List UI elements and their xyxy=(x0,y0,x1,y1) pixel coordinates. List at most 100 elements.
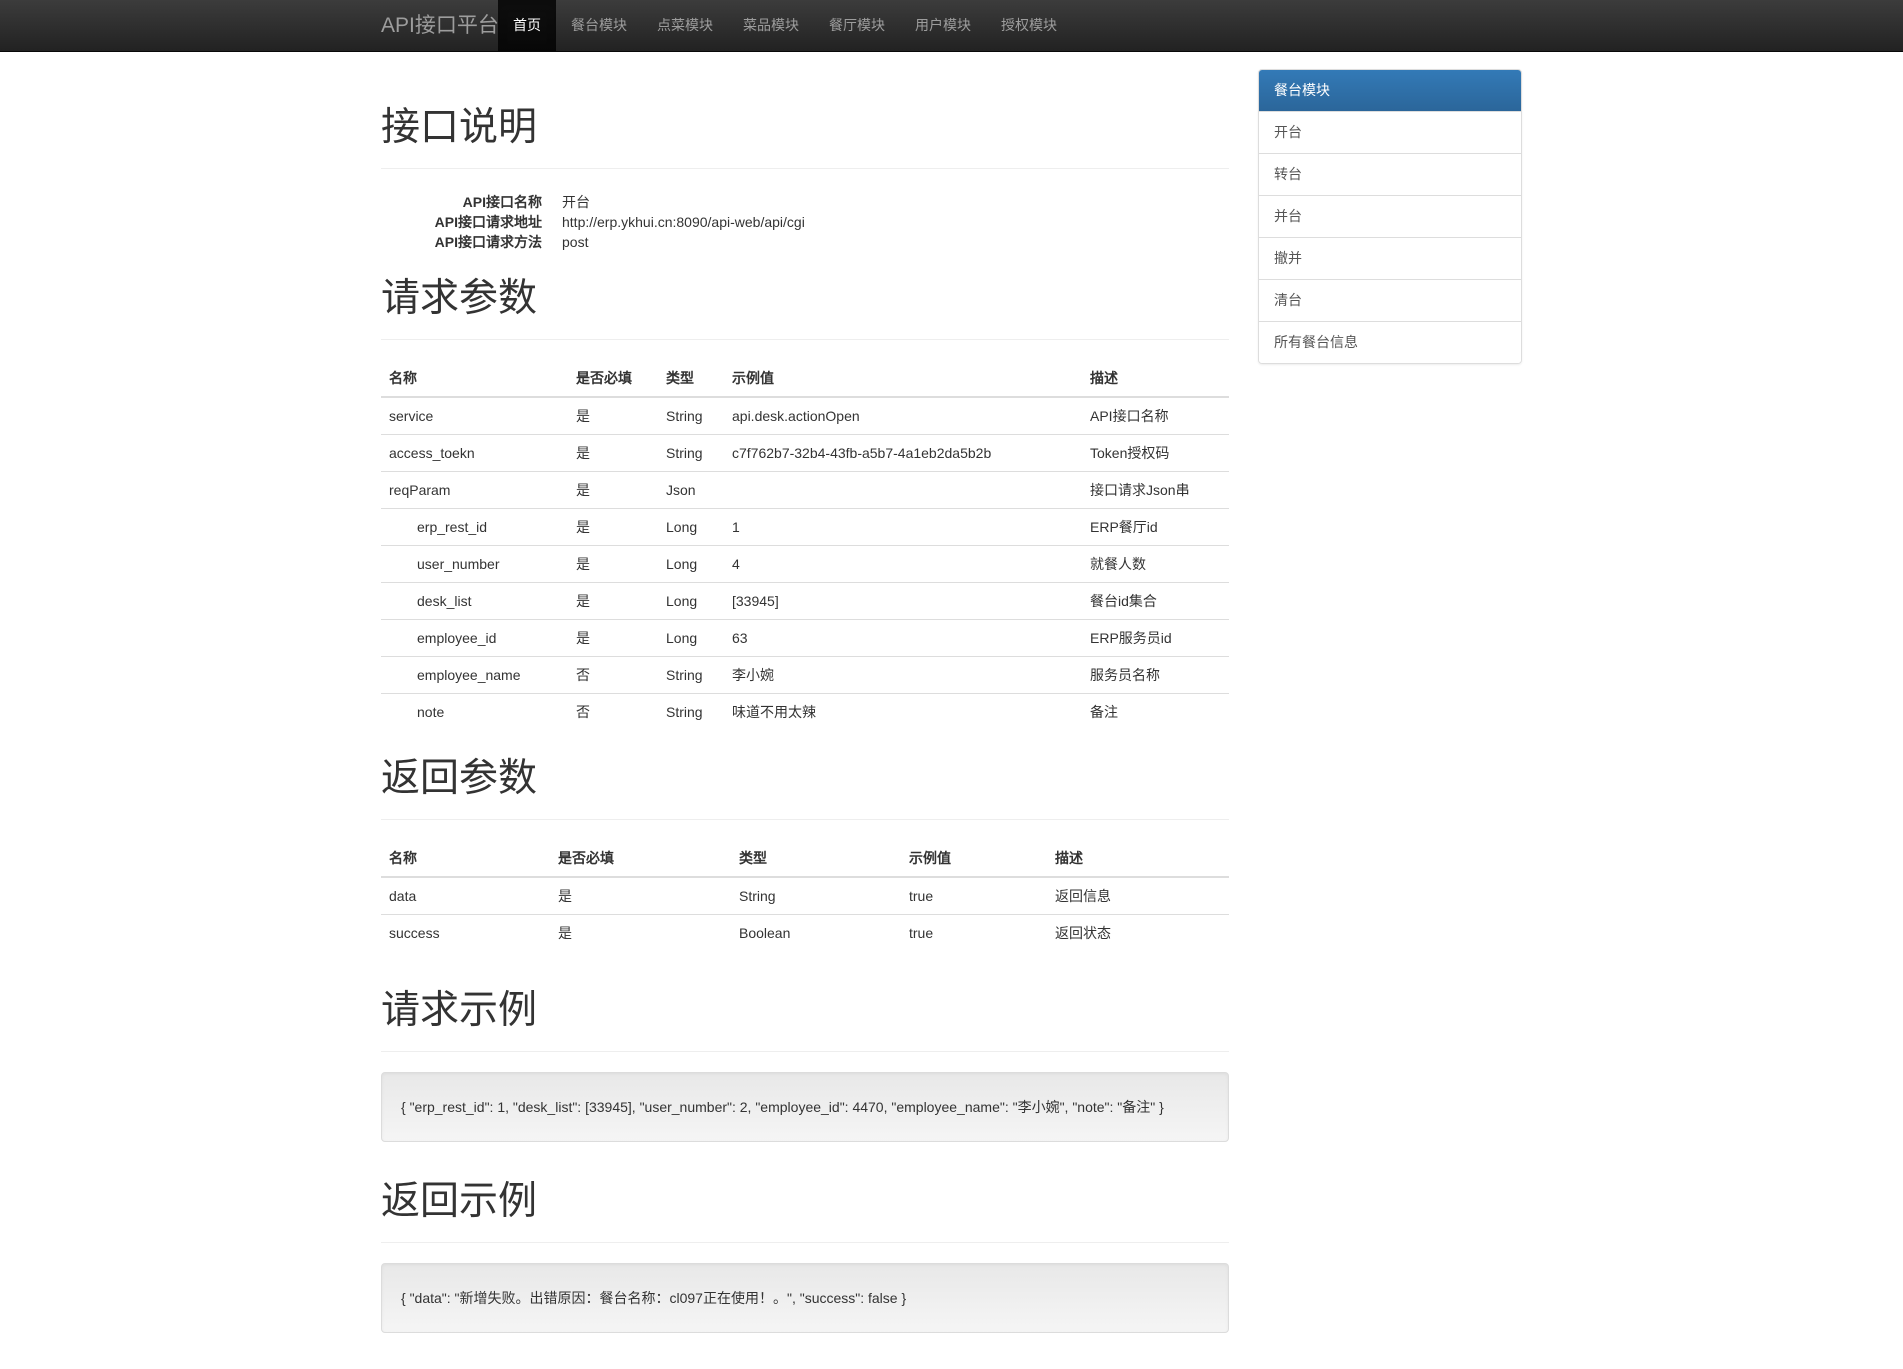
request-params-title: 请求参数 xyxy=(381,277,538,320)
param-name: erp_rest_id xyxy=(381,508,568,546)
result-required: 是 xyxy=(550,877,731,915)
request-params-table: 名称 是否必填 类型 示例值 描述 service 是 String api.d… xyxy=(381,360,1229,730)
col-required: 是否必填 xyxy=(550,840,731,878)
param-example: [33945] xyxy=(724,582,1082,620)
result-example: true xyxy=(901,877,1047,915)
param-name: user_number xyxy=(381,545,568,583)
result-desc: 返回信息 xyxy=(1047,877,1229,915)
param-type: Long xyxy=(658,619,724,657)
top-navbar: API接口平台 首页 餐台模块 点菜模块 菜品模块 餐厅模块 用户模块 授权模块 xyxy=(0,0,1903,52)
result-required: 是 xyxy=(558,925,572,941)
table-row: reqParam 是 Json 接口请求Json串 xyxy=(381,471,1229,509)
sidebar-item-merge-desk[interactable]: 并台 xyxy=(1259,195,1521,237)
api-name-key: API接口名称 xyxy=(462,194,542,210)
interface-header: 接口说明 xyxy=(381,106,1229,169)
param-required: 是 xyxy=(568,545,658,583)
param-example: 1 xyxy=(724,508,1082,546)
param-example: 李小婉 xyxy=(724,656,1082,694)
result-name: data xyxy=(381,877,550,915)
api-name-value: 开台 xyxy=(562,194,590,210)
param-required: 否 xyxy=(576,704,590,720)
api-info-row: API接口名称 开台 xyxy=(381,192,1229,212)
param-type: String xyxy=(658,434,724,472)
response-params-table: 名称 是否必填 类型 示例值 描述 data 是 String true 返回信… xyxy=(381,840,1229,951)
table-row: erp_rest_id 是 Long 1 ERP餐厅id xyxy=(381,508,1229,546)
param-required: 是 xyxy=(568,434,658,472)
sidebar-item-unmerge-desk[interactable]: 撤并 xyxy=(1259,237,1521,279)
table-row: access_toekn 是 String c7f762b7-32b4-43fb… xyxy=(381,434,1229,472)
col-desc: 描述 xyxy=(1082,360,1229,398)
request-example-code: { "erp_rest_id": 1, "desk_list": [33945]… xyxy=(381,1072,1229,1142)
param-required: 是 xyxy=(568,397,658,435)
result-desc: 返回状态 xyxy=(1055,925,1111,941)
nav-item-restaurant-module[interactable]: 餐厅模块 xyxy=(814,0,900,51)
param-desc: 就餐人数 xyxy=(1082,545,1229,583)
param-name: access_toekn xyxy=(381,434,568,472)
param-type: String xyxy=(666,704,703,720)
sidebar-item-transfer-desk[interactable]: 转台 xyxy=(1259,153,1521,195)
nav-item-order-module[interactable]: 点菜模块 xyxy=(642,0,728,51)
request-example-header: 请求示例 xyxy=(381,989,1229,1052)
api-method-key: API接口请求方法 xyxy=(434,234,542,250)
col-name: 名称 xyxy=(381,360,568,398)
sidebar-item-open-desk[interactable]: 开台 xyxy=(1259,111,1521,153)
param-desc: 餐台id集合 xyxy=(1082,582,1229,620)
param-type: String xyxy=(658,397,724,435)
response-example-code: { "data": "新增失败。出错原因：餐台名称：cl097正在使用！。", … xyxy=(381,1263,1229,1333)
param-desc: ERP服务员id xyxy=(1082,619,1229,657)
nav-item-user-module[interactable]: 用户模块 xyxy=(900,0,986,51)
result-type: String xyxy=(731,877,901,915)
param-example: c7f762b7-32b4-43fb-a5b7-4a1eb2da5b2b xyxy=(724,434,1082,472)
param-required: 否 xyxy=(568,656,658,694)
param-example xyxy=(724,471,1082,509)
request-example-title: 请求示例 xyxy=(381,989,538,1032)
response-params-header: 返回参数 xyxy=(381,757,1229,820)
sidebar-item-clear-desk[interactable]: 清台 xyxy=(1259,279,1521,321)
api-info-row: API接口请求方法 post xyxy=(381,232,1229,252)
main-content: 接口说明 API接口名称 开台 API接口请求地址 http://erp.ykh… xyxy=(381,51,1229,1333)
param-type: Long xyxy=(658,545,724,583)
api-info-row: API接口请求地址 http://erp.ykhui.cn:8090/api-w… xyxy=(381,212,1229,232)
param-required: 是 xyxy=(568,619,658,657)
param-example: 味道不用太辣 xyxy=(732,704,816,720)
sidebar-header-desk-module[interactable]: 餐台模块 xyxy=(1259,70,1521,111)
nav-item-desk-module[interactable]: 餐台模块 xyxy=(556,0,642,51)
col-example: 示例值 xyxy=(901,840,1047,878)
col-desc: 描述 xyxy=(1047,840,1229,878)
param-required: 是 xyxy=(568,471,658,509)
param-desc: API接口名称 xyxy=(1082,397,1229,435)
result-type: Boolean xyxy=(739,925,791,941)
param-name: reqParam xyxy=(381,471,568,509)
param-desc: Token授权码 xyxy=(1082,434,1229,472)
response-params-title: 返回参数 xyxy=(381,757,538,800)
table-header-row: 名称 是否必填 类型 示例值 描述 xyxy=(381,360,1229,398)
navbar-brand[interactable]: API接口平台 xyxy=(381,0,499,51)
api-url-key: API接口请求地址 xyxy=(434,214,542,230)
col-name: 名称 xyxy=(381,840,550,878)
nav-item-auth-module[interactable]: 授权模块 xyxy=(986,0,1072,51)
param-name: employee_id xyxy=(381,619,568,657)
sidebar-item-all-desks[interactable]: 所有餐台信息 xyxy=(1259,321,1521,363)
sidebar-list-group: 餐台模块 开台 转台 并台 撤并 清台 所有餐台信息 xyxy=(1258,69,1522,364)
param-example: 63 xyxy=(724,619,1082,657)
param-type: Json xyxy=(658,471,724,509)
table-row: success 是 Boolean true 返回状态 xyxy=(381,915,1229,952)
param-example: 4 xyxy=(724,545,1082,583)
table-row: service 是 String api.desk.actionOpen API… xyxy=(381,397,1229,435)
result-name: success xyxy=(389,925,440,941)
param-type: String xyxy=(658,656,724,694)
col-type: 类型 xyxy=(731,840,901,878)
param-desc: 备注 xyxy=(1090,704,1118,720)
param-desc: 服务员名称 xyxy=(1082,656,1229,694)
interface-title: 接口说明 xyxy=(381,106,538,149)
param-name: note xyxy=(417,704,445,720)
param-type: Long xyxy=(658,508,724,546)
nav-item-dish-module[interactable]: 菜品模块 xyxy=(728,0,814,51)
nav-item-home[interactable]: 首页 xyxy=(498,0,556,51)
param-required: 是 xyxy=(568,582,658,620)
col-required: 是否必填 xyxy=(568,360,658,398)
param-name: service xyxy=(381,397,568,435)
request-params-header: 请求参数 xyxy=(381,277,1229,340)
response-example-header: 返回示例 xyxy=(381,1180,1229,1243)
table-row: desk_list 是 Long [33945] 餐台id集合 xyxy=(381,582,1229,620)
